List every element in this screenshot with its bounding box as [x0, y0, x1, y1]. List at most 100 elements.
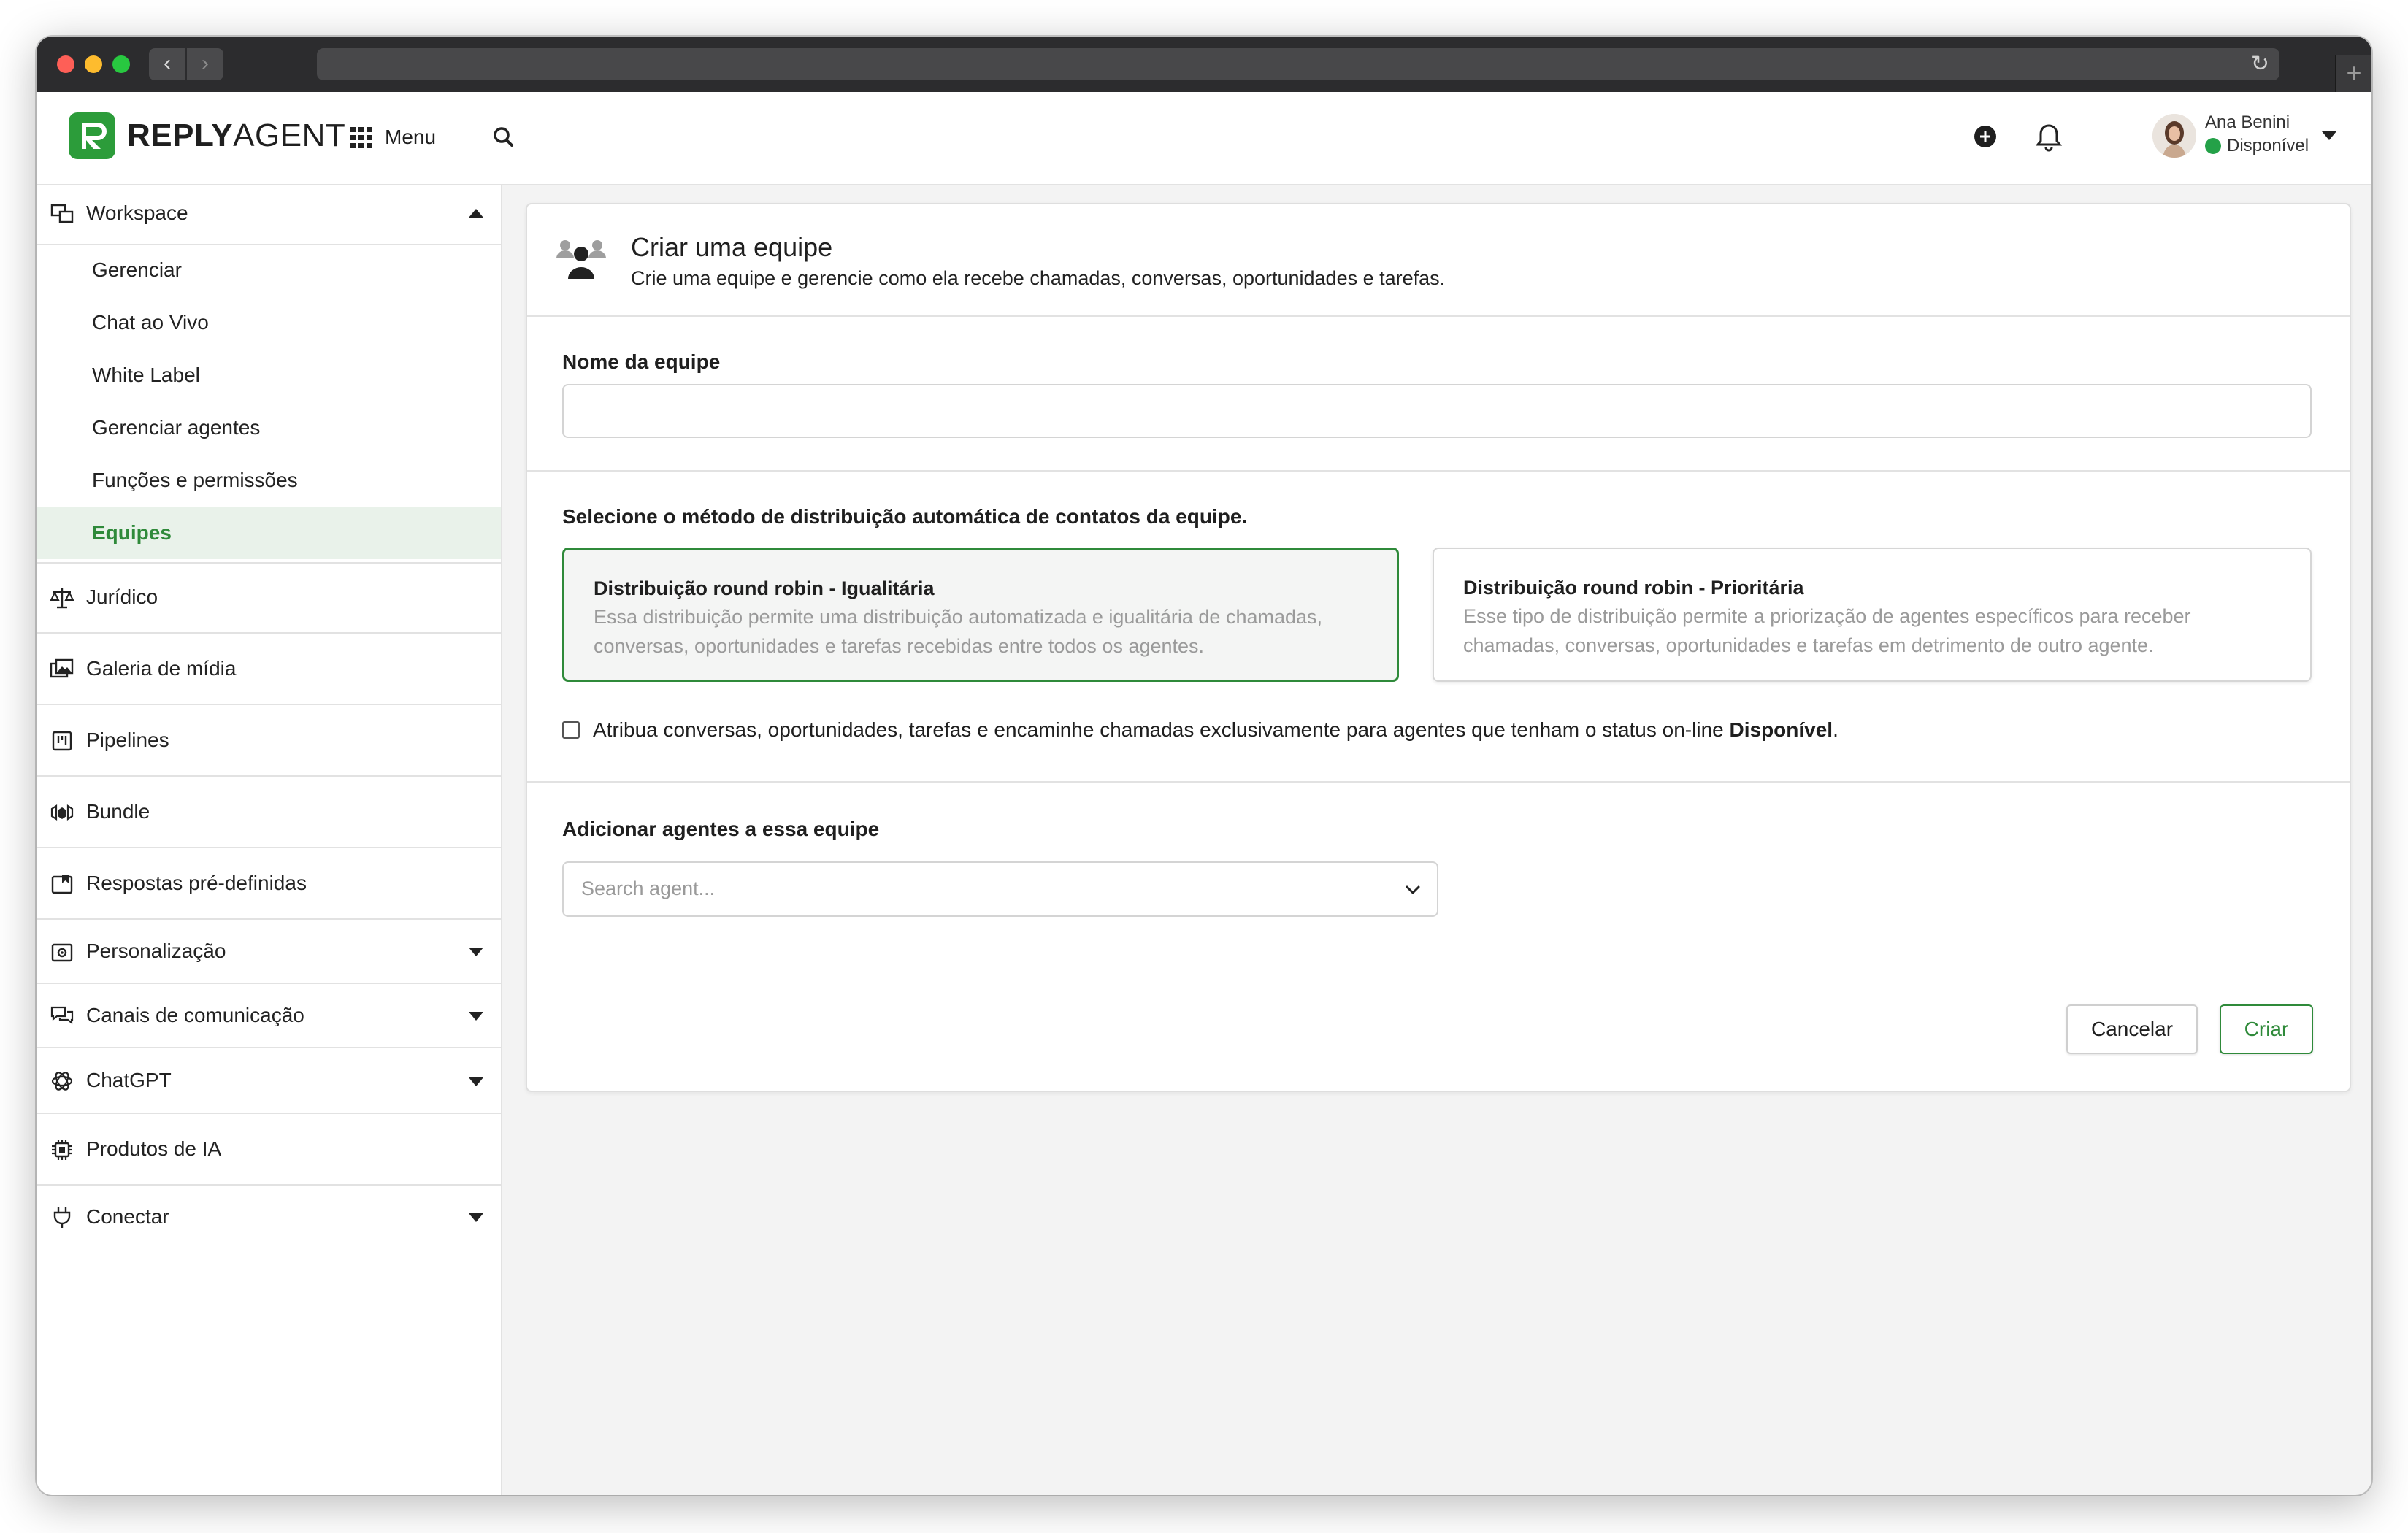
- browser-toolbar: ‹ › ↻ +: [37, 36, 2371, 93]
- sidebar-item-label: White Label: [92, 364, 200, 386]
- chevron-down-icon: [469, 1213, 483, 1222]
- sidebar-item-label: Funções e permissões: [92, 469, 298, 491]
- zoom-window-button[interactable]: [112, 55, 130, 73]
- chevron-down-icon[interactable]: [1400, 877, 1425, 902]
- section-divider: [527, 781, 2350, 783]
- reload-icon[interactable]: ↻: [2251, 48, 2269, 80]
- add-circle-icon[interactable]: [1973, 124, 1998, 149]
- chevron-down-icon: [469, 1012, 483, 1021]
- sidebar-item-produtos-ia[interactable]: Produtos de IA: [37, 1113, 501, 1186]
- sidebar-item-label: Bundle: [86, 800, 150, 823]
- distribution-label: Selecione o método de distribuição autom…: [562, 505, 1248, 528]
- option-description: Essa distribuição permite uma distribuiç…: [594, 606, 1323, 657]
- checkbox-text: Atribua conversas, oportunidades, tarefa…: [593, 718, 1730, 741]
- chevron-down-icon: [469, 1077, 483, 1086]
- agents-label: Adicionar agentes a essa equipe: [562, 818, 880, 840]
- sidebar-item-label: Personalização: [86, 940, 226, 962]
- forward-button[interactable]: ›: [187, 48, 223, 80]
- team-name-input[interactable]: [562, 384, 2312, 438]
- cancel-button[interactable]: Cancelar: [2066, 1004, 2198, 1054]
- saved-replies-icon: [51, 875, 73, 894]
- menu-button[interactable]: Menu: [350, 121, 436, 153]
- sidebar-item-personalizacao[interactable]: Personalização: [37, 918, 501, 984]
- sidebar: Workspace Gerenciar Chat ao Vivo White L…: [37, 185, 502, 1495]
- sidebar-item-label: Canais de comunicação: [86, 1004, 304, 1026]
- menu-label: Menu: [385, 126, 437, 148]
- sidebar-item-canais[interactable]: Canais de comunicação: [37, 983, 501, 1048]
- images-icon: [50, 658, 74, 678]
- available-only-checkbox[interactable]: [562, 721, 580, 739]
- sidebar-item-juridico[interactable]: Jurídico: [37, 562, 501, 634]
- sidebar-item-label: Chat ao Vivo: [92, 311, 209, 334]
- sidebar-item-bundle[interactable]: Bundle: [37, 775, 501, 848]
- sidebar-item-label: Workspace: [86, 201, 188, 224]
- available-only-checkbox-row[interactable]: Atribua conversas, oportunidades, tarefa…: [562, 718, 1838, 742]
- create-button[interactable]: Criar: [2220, 1004, 2313, 1054]
- team-icon: [556, 240, 606, 279]
- chip-icon: [52, 1140, 72, 1160]
- sidebar-item-label: Equipes: [92, 521, 172, 544]
- minimize-window-button[interactable]: [85, 55, 102, 73]
- search-icon[interactable]: [489, 121, 518, 153]
- browser-window: ‹ › ↻ + REPLYAGENT Menu Ana Benini Dispo…: [37, 36, 2371, 1495]
- chat-bubbles-icon: [50, 1006, 74, 1025]
- team-name-label: Nome da equipe: [562, 350, 721, 373]
- brand-logo-text[interactable]: REPLYAGENT: [127, 114, 345, 158]
- grid-menu-icon: [350, 126, 372, 148]
- workspace-icon: [50, 204, 74, 223]
- user-status[interactable]: Disponível: [2205, 136, 2309, 156]
- sidebar-item-label: Pipelines: [86, 729, 169, 751]
- bundle-icon: [50, 804, 74, 821]
- sidebar-item-workspace[interactable]: Workspace: [37, 185, 501, 245]
- sidebar-item-galeria[interactable]: Galeria de mídia: [37, 632, 501, 705]
- sidebar-item-conectar[interactable]: Conectar: [37, 1184, 501, 1250]
- sidebar-item-label: Respostas pré-definidas: [86, 872, 307, 894]
- status-label: Disponível: [2227, 136, 2309, 155]
- option-round-robin-igualitaria[interactable]: Distribuição round robin - Igualitária E…: [562, 548, 1399, 682]
- sidebar-item-label: Produtos de IA: [86, 1137, 222, 1160]
- scale-icon: [50, 588, 74, 609]
- option-description: Esse tipo de distribuição permite a prio…: [1463, 605, 2191, 656]
- sidebar-item-label: Gerenciar agentes: [92, 416, 261, 439]
- page-title: Criar uma equipe: [631, 232, 833, 262]
- user-name: Ana Benini: [2205, 112, 2290, 132]
- chevron-up-icon: [469, 209, 483, 218]
- option-title: Distribuição round robin - Igualitária: [594, 577, 935, 599]
- sidebar-item-chatgpt[interactable]: ChatGPT: [37, 1047, 501, 1114]
- section-divider: [527, 470, 2350, 472]
- sidebar-item-label: ChatGPT: [86, 1069, 172, 1091]
- sidebar-item-chat-ao-vivo[interactable]: Chat ao Vivo: [37, 296, 501, 349]
- bell-icon[interactable]: [2034, 121, 2063, 153]
- app-header: REPLYAGENT Menu Ana Benini Disponível: [37, 92, 2371, 185]
- sidebar-item-gerenciar[interactable]: Gerenciar: [37, 244, 501, 296]
- close-window-button[interactable]: [57, 55, 74, 73]
- create-team-card: Criar uma equipe Crie uma equipe e geren…: [526, 203, 2351, 1092]
- brand-name-light: AGENT: [233, 118, 346, 153]
- sidebar-item-pipelines[interactable]: Pipelines: [37, 704, 501, 777]
- back-button[interactable]: ‹: [149, 48, 185, 80]
- sidebar-item-label: Gerenciar: [92, 258, 182, 281]
- new-tab-button[interactable]: +: [2335, 55, 2371, 92]
- plug-icon: [53, 1207, 71, 1228]
- checkbox-text-end: .: [1833, 718, 1838, 741]
- user-menu-caret-icon[interactable]: [2322, 131, 2336, 140]
- brand-name-bold: REPLY: [127, 118, 234, 153]
- sidebar-item-label: Galeria de mídia: [86, 657, 237, 680]
- sidebar-item-white-label[interactable]: White Label: [37, 349, 501, 402]
- sidebar-item-gerenciar-agentes[interactable]: Gerenciar agentes: [37, 402, 501, 454]
- sidebar-item-respostas[interactable]: Respostas pré-definidas: [37, 847, 501, 920]
- customize-icon: [51, 943, 73, 962]
- logo-icon: [69, 112, 115, 159]
- sidebar-item-equipes[interactable]: Equipes: [37, 507, 501, 559]
- search-agent-placeholder: Search agent...: [581, 877, 716, 899]
- search-agent-select[interactable]: Search agent...: [562, 861, 1438, 917]
- status-dot: [2205, 138, 2221, 154]
- checkbox-text-bold: Disponível: [1729, 718, 1833, 741]
- avatar[interactable]: [2152, 114, 2196, 158]
- page-subtitle: Crie uma equipe e gerencie como ela rece…: [631, 267, 1446, 289]
- address-bar[interactable]: ↻: [317, 48, 2279, 80]
- card-header: Criar uma equipe Crie uma equipe e geren…: [527, 204, 2350, 317]
- openai-icon: [51, 1072, 73, 1091]
- sidebar-item-funcoes-permissoes[interactable]: Funções e permissões: [37, 454, 501, 507]
- option-round-robin-prioritaria[interactable]: Distribuição round robin - Prioritária E…: [1433, 548, 2312, 682]
